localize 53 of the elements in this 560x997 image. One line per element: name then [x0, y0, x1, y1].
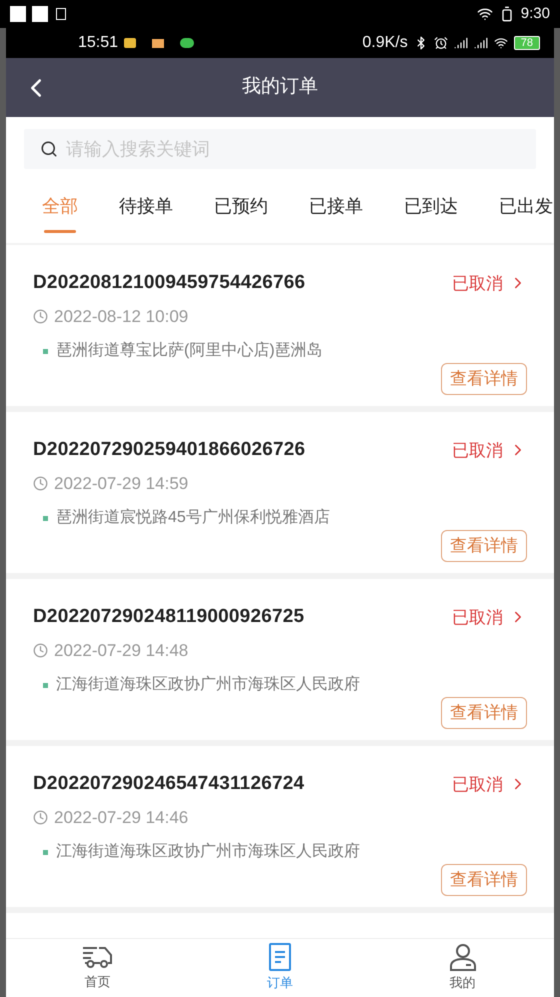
order-card[interactable]: D202208121009459754426766 已取消 2022-08-12 10:09 琶洲街道尊宝比萨(阿里中心店)琶洲岛 查看详情 [6, 245, 554, 406]
order-card[interactable]: D202207290246547431126724 已取消 2022-07-29 14:46 江海街道海珠区政协广州市海珠区人民政府 查看详情 [6, 746, 554, 907]
order-status: 已取消 [452, 774, 503, 796]
nav-tab[interactable]: 我的 [371, 939, 554, 997]
order-card[interactable] [6, 913, 554, 938]
order-time: 2022-07-29 14:59 [54, 472, 188, 494]
order-status: 已取消 [452, 606, 503, 628]
filter-tab[interactable]: 待接单 [119, 169, 173, 243]
order-time: 2022-07-29 14:48 [54, 640, 188, 662]
truck-icon [81, 944, 114, 970]
clock-time: 9:30 [520, 4, 550, 24]
order-address: 琶洲街道宸悦路45号广州保利悦雅酒店 [56, 508, 330, 528]
order-address: 琶洲街道尊宝比萨(阿里中心店)琶洲岛 [56, 340, 323, 361]
chat-icon [180, 38, 194, 48]
signal-icon [474, 36, 488, 50]
wifi-icon [476, 6, 493, 22]
notification-icon [56, 8, 66, 20]
clock-icon [33, 308, 48, 324]
filter-tab[interactable]: 已到达 [404, 169, 458, 243]
person-icon [448, 943, 478, 972]
order-address: 江海街道海珠区政协广州市海珠区人民政府 [56, 674, 360, 695]
clock-icon [33, 642, 48, 658]
clock-time: 15:51 [78, 33, 118, 53]
order-status: 已取消 [452, 272, 503, 294]
page-title: 我的订单 [242, 75, 318, 100]
order-card[interactable]: D202207290248119000926725 已取消 2022-07-29 14:48 江海街道海珠区政协广州市海珠区人民政府 查看详情 [6, 579, 554, 740]
signal-icon [454, 36, 468, 50]
order-address: 江海街道海珠区政协广州市海珠区人民政府 [56, 842, 360, 862]
message-icon [152, 38, 164, 48]
clock-icon [33, 476, 48, 491]
order-number: D202207290259401866026726 [33, 438, 306, 462]
order-number: D202208121009459754426766 [33, 271, 306, 295]
order-card[interactable]: D202207290259401866026726 已取消 2022-07-29 14:59 琶洲街道宸悦路45号广州保利悦雅酒店 查看详情 [6, 412, 554, 573]
filter-tab[interactable]: 已出发 [499, 169, 553, 243]
order-status: 已取消 [452, 440, 503, 462]
clock-icon [33, 810, 48, 825]
order-number: D202207290248119000926725 [33, 605, 304, 629]
search-icon [40, 140, 58, 158]
nav-tab[interactable]: 订单 [188, 939, 372, 997]
document-icon [268, 943, 292, 972]
nav-tab[interactable]: 首页 [6, 939, 189, 997]
notification-icon [10, 6, 26, 22]
order-time: 2022-07-29 14:46 [54, 806, 188, 828]
network-speed: 0.9K/s [362, 33, 408, 53]
filter-tab[interactable]: 已预约 [214, 169, 268, 243]
app-notification-icon [124, 38, 136, 48]
battery-level: 78 [514, 36, 540, 50]
order-number: D202207290246547431126724 [33, 772, 304, 796]
notification-icon [32, 6, 48, 22]
filter-tab[interactable]: 已接单 [309, 169, 363, 243]
alarm-icon [434, 36, 448, 50]
order-time: 2022-08-12 10:09 [54, 306, 188, 328]
wifi-icon [494, 36, 508, 50]
